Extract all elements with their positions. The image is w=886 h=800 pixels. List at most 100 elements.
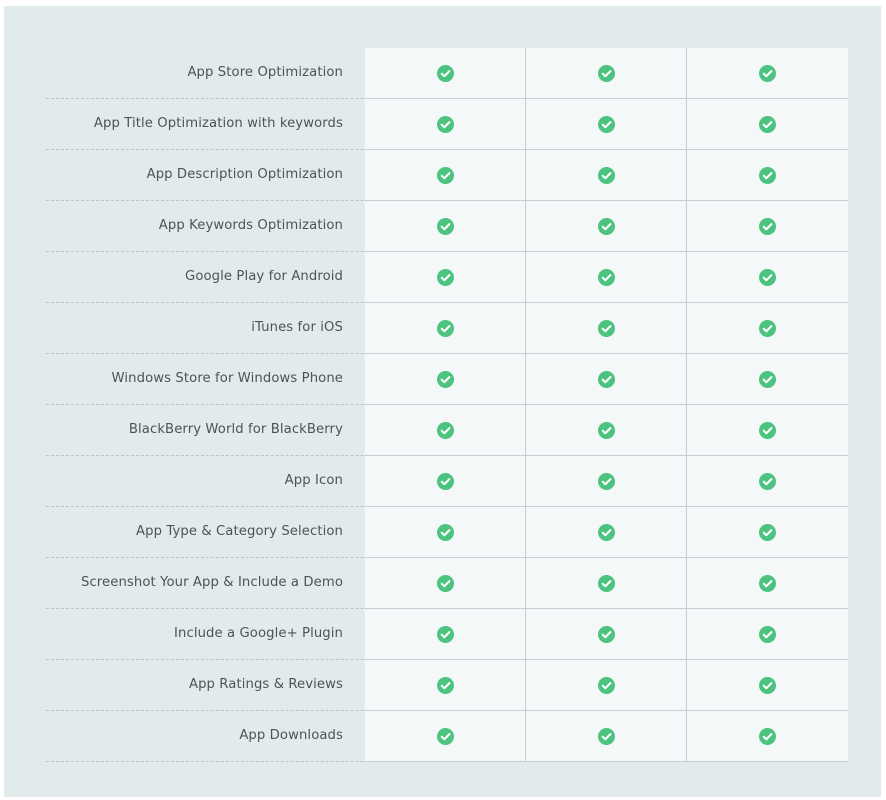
- check-circle-icon: [436, 166, 454, 184]
- check-circle-icon: [759, 472, 776, 490]
- plan-cell: [687, 150, 848, 200]
- check-circle-icon: [597, 268, 615, 286]
- plan-cell: [526, 99, 687, 149]
- check-circle-icon: [597, 64, 615, 82]
- check-circle-icon: [436, 421, 454, 439]
- plan-cells: [365, 558, 848, 609]
- table-row: App Keywords Optimization: [46, 201, 848, 252]
- feature-label: BlackBerry World for BlackBerry: [128, 422, 343, 437]
- check-circle-icon: [436, 64, 454, 82]
- table-row: iTunes for iOS: [46, 303, 848, 354]
- check-circle-icon: [597, 472, 615, 490]
- plan-cell: [687, 660, 848, 710]
- plan-cell: [687, 303, 848, 353]
- check-circle-icon: [597, 574, 615, 592]
- check-circle-icon: [759, 64, 776, 82]
- plan-cells: [365, 354, 848, 405]
- plan-cells: [365, 252, 848, 303]
- check-circle-icon: [759, 625, 776, 643]
- plan-cell: [687, 558, 848, 608]
- plan-cell: [687, 354, 848, 404]
- check-circle-icon: [759, 166, 776, 184]
- feature-label: Google Play for Android: [185, 269, 343, 284]
- table-row: Windows Store for Windows Phone: [46, 354, 848, 405]
- check-circle-icon: [436, 268, 454, 286]
- check-circle-icon: [759, 370, 776, 388]
- feature-label: Screenshot Your App & Include a Demo: [80, 575, 343, 590]
- check-circle-icon: [597, 676, 615, 694]
- table-row: App Store Optimization: [46, 48, 848, 99]
- plan-cell: [365, 507, 526, 557]
- table-row: Include a Google+ Plugin: [46, 609, 848, 660]
- check-circle-icon: [759, 523, 776, 541]
- check-circle-icon: [759, 727, 776, 745]
- check-circle-icon: [436, 472, 454, 490]
- check-circle-icon: [436, 625, 454, 643]
- feature-label: Include a Google+ Plugin: [174, 626, 343, 641]
- feature-comparison-table: App Store Optimization App Title Optimiza…: [46, 48, 848, 762]
- check-circle-icon: [436, 727, 454, 745]
- table-row: App Ratings & Reviews: [46, 660, 848, 711]
- check-circle-icon: [759, 115, 776, 133]
- plan-cell: [526, 405, 687, 455]
- plan-cell: [526, 456, 687, 506]
- plan-cells: [365, 48, 848, 99]
- plan-cells: [365, 201, 848, 252]
- check-circle-icon: [597, 217, 615, 235]
- check-circle-icon: [759, 217, 776, 235]
- check-circle-icon: [759, 319, 776, 337]
- table-row: App Downloads: [46, 711, 848, 762]
- feature-label: Windows Store for Windows Phone: [111, 371, 343, 386]
- feature-label: App Title Optimization with keywords: [93, 116, 343, 131]
- plan-cell: [365, 558, 526, 608]
- table-row: Screenshot Your App & Include a Demo: [46, 558, 848, 609]
- check-circle-icon: [436, 115, 454, 133]
- plan-cell: [365, 201, 526, 251]
- plan-cell: [365, 456, 526, 506]
- check-circle-icon: [597, 523, 615, 541]
- check-circle-icon: [759, 268, 776, 286]
- plan-cells: [365, 99, 848, 150]
- table-row: BlackBerry World for BlackBerry: [46, 405, 848, 456]
- plan-cell: [365, 303, 526, 353]
- check-circle-icon: [759, 676, 776, 694]
- check-circle-icon: [597, 370, 615, 388]
- check-circle-icon: [759, 421, 776, 439]
- comparison-panel: App Store Optimization App Title Optimiza…: [4, 6, 881, 797]
- plan-cells: [365, 456, 848, 507]
- table-row: App Type & Category Selection: [46, 507, 848, 558]
- check-circle-icon: [436, 217, 454, 235]
- plan-cell: [365, 609, 526, 659]
- plan-cell: [365, 252, 526, 302]
- plan-cells: [365, 303, 848, 354]
- plan-cell: [526, 507, 687, 557]
- plan-cell: [365, 711, 526, 761]
- plan-cells: [365, 711, 848, 762]
- table-row: App Description Optimization: [46, 150, 848, 201]
- check-circle-icon: [436, 676, 454, 694]
- plan-cell: [687, 252, 848, 302]
- plan-cells: [365, 507, 848, 558]
- feature-label: iTunes for iOS: [251, 320, 343, 335]
- plan-cell: [687, 711, 848, 761]
- plan-cell: [526, 201, 687, 251]
- plan-cell: [687, 201, 848, 251]
- plan-cell: [687, 48, 848, 98]
- plan-cell: [526, 354, 687, 404]
- feature-label: App Ratings & Reviews: [188, 677, 343, 692]
- plan-cell: [687, 507, 848, 557]
- check-circle-icon: [436, 319, 454, 337]
- table-row: App Icon: [46, 456, 848, 507]
- plan-cells: [365, 150, 848, 201]
- plan-cell: [365, 405, 526, 455]
- plan-cell: [365, 150, 526, 200]
- check-circle-icon: [436, 523, 454, 541]
- plan-cells: [365, 405, 848, 456]
- plan-cell: [526, 252, 687, 302]
- plan-cell: [526, 48, 687, 98]
- plan-cell: [526, 660, 687, 710]
- feature-label: App Icon: [284, 473, 343, 488]
- check-circle-icon: [597, 625, 615, 643]
- check-circle-icon: [597, 115, 615, 133]
- check-circle-icon: [436, 370, 454, 388]
